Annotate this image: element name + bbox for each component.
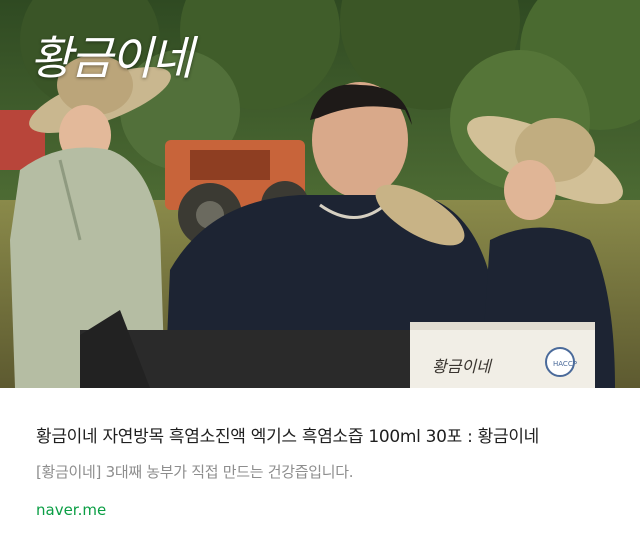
card-info: 황금이네 자연방목 흑염소진액 엑기스 흑염소즙 100ml 30포 : 황금이… (0, 388, 640, 542)
svg-text:HACCP: HACCP (553, 360, 577, 368)
card-description: [황금이네] 3대째 농부가 직접 만드는 건강즙입니다. (36, 463, 354, 481)
card-title[interactable]: 황금이네 자연방목 흑염소진액 엑기스 흑염소즙 100ml 30포 : 황금이… (36, 422, 611, 447)
link-preview-card[interactable]: 황금이네 HACCP 황금이네 황금이네 자연방목 흑염소진액 엑기스 흑염소즙… (0, 0, 640, 542)
packet-label: 황금이네 (432, 357, 493, 376)
brand-logo: 황금이네 (30, 31, 193, 85)
card-domain[interactable]: naver.me (36, 501, 106, 519)
thumbnail-image[interactable]: 황금이네 HACCP 황금이네 (0, 0, 640, 388)
